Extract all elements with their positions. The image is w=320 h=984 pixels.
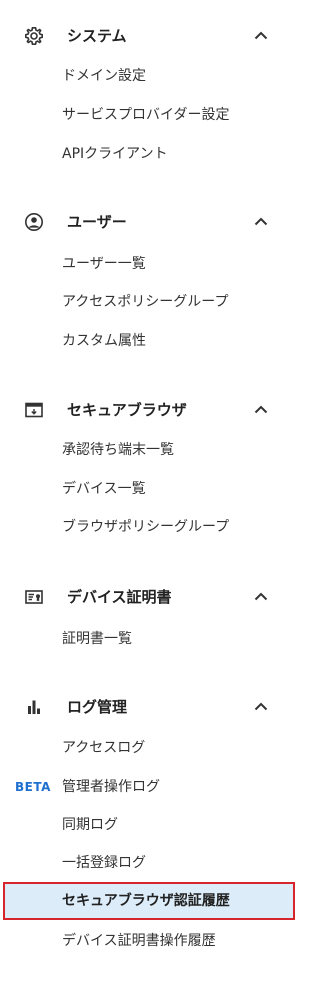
section-header-secure-browser[interactable]: セキュアブラウザ	[0, 392, 297, 428]
section-log-management: ログ管理 アクセスログ BETA 管理者操作ログ 同期ログ 一括登録ログ セキュ…	[0, 689, 297, 949]
section-header-user[interactable]: ユーザー	[0, 204, 297, 240]
sidebar-item-label: ブラウザポリシーグループ	[62, 519, 230, 535]
sidebar-item-label: 管理者操作ログ	[62, 779, 160, 795]
section-device-certificate: デバイス証明書 証明書一覧	[0, 579, 297, 647]
sidebar-item-device-certificate-operation-history[interactable]: デバイス証明書操作履歴	[0, 922, 297, 960]
sidebar-item-label: APIクライアント	[62, 146, 168, 162]
chevron-up-icon[interactable]	[252, 401, 270, 419]
chevron-up-icon[interactable]	[252, 213, 270, 231]
sidebar-item-access-log[interactable]: アクセスログ	[0, 729, 297, 767]
section-header-system[interactable]: システム	[0, 18, 297, 54]
sidebar-item-label: アクセスポリシーグループ	[62, 294, 229, 310]
section-header-device-certificate[interactable]: デバイス証明書	[0, 579, 297, 615]
sidebar-item-admin-operation-log[interactable]: BETA 管理者操作ログ	[0, 768, 297, 806]
sidebar-item-custom-attributes[interactable]: カスタム属性	[0, 322, 297, 360]
sidebar-item-bulk-registration-log[interactable]: 一括登録ログ	[0, 844, 297, 882]
section-title: デバイス証明書	[67, 588, 172, 606]
user-circle-icon	[24, 212, 44, 232]
sidebar-item-pending-devices[interactable]: 承認待ち端末一覧	[0, 431, 297, 469]
sidebar-item-user-list[interactable]: ユーザー一覧	[0, 245, 297, 283]
section-title: システム	[67, 27, 127, 45]
sidebar-item-browser-policy-group[interactable]: ブラウザポリシーグループ	[0, 508, 297, 546]
certificate-icon	[24, 587, 44, 607]
sidebar-item-label: デバイス証明書操作履歴	[62, 933, 216, 949]
chevron-up-icon[interactable]	[252, 698, 270, 716]
sidebar-item-label: ドメイン設定	[62, 68, 146, 84]
sidebar-item-label: アクセスログ	[62, 740, 146, 756]
sidebar-item-label: カスタム属性	[62, 333, 146, 349]
section-user: ユーザー ユーザー一覧 アクセスポリシーグループ カスタム属性	[0, 204, 297, 349]
browser-window-icon	[24, 400, 44, 420]
sidebar-item-label: 同期ログ	[62, 817, 118, 833]
sidebar-item-label: デバイス一覧	[62, 481, 146, 497]
sidebar-item-service-provider-settings[interactable]: サービスプロバイダー設定	[0, 96, 297, 134]
section-title: セキュアブラウザ	[67, 401, 187, 419]
bar-chart-icon	[24, 697, 44, 717]
sidebar-item-label: 証明書一覧	[62, 631, 132, 647]
sidebar-item-sync-log[interactable]: 同期ログ	[0, 806, 297, 844]
beta-badge: BETA	[15, 780, 51, 794]
sidebar-item-label: 一括登録ログ	[62, 855, 146, 871]
section-secure-browser: セキュアブラウザ 承認待ち端末一覧 デバイス一覧 ブラウザポリシーグループ	[0, 392, 297, 535]
sidebar-item-access-policy-group[interactable]: アクセスポリシーグループ	[0, 283, 297, 321]
chevron-up-icon[interactable]	[252, 27, 270, 45]
sidebar-item-label: サービスプロバイダー設定	[62, 107, 230, 123]
gear-icon	[24, 26, 44, 46]
sidebar-item-label: 承認待ち端末一覧	[62, 442, 174, 458]
chevron-up-icon[interactable]	[252, 588, 270, 606]
section-system: システム ドメイン設定 サービスプロバイダー設定 APIクライアント	[0, 18, 297, 162]
section-title: ユーザー	[67, 213, 127, 231]
sidebar-item-label: ユーザー一覧	[62, 256, 146, 272]
sidebar-item-api-client[interactable]: APIクライアント	[0, 135, 297, 173]
section-header-log-management[interactable]: ログ管理	[0, 689, 297, 725]
sidebar-item-label: セキュアブラウザ認証履歴	[62, 893, 230, 909]
sidebar-item-secure-browser-auth-history[interactable]: セキュアブラウザ認証履歴	[3, 882, 295, 920]
sidebar-item-certificate-list[interactable]: 証明書一覧	[0, 620, 297, 658]
sidebar-item-device-list[interactable]: デバイス一覧	[0, 470, 297, 508]
sidebar-item-domain-settings[interactable]: ドメイン設定	[0, 57, 297, 95]
section-title: ログ管理	[67, 698, 128, 716]
